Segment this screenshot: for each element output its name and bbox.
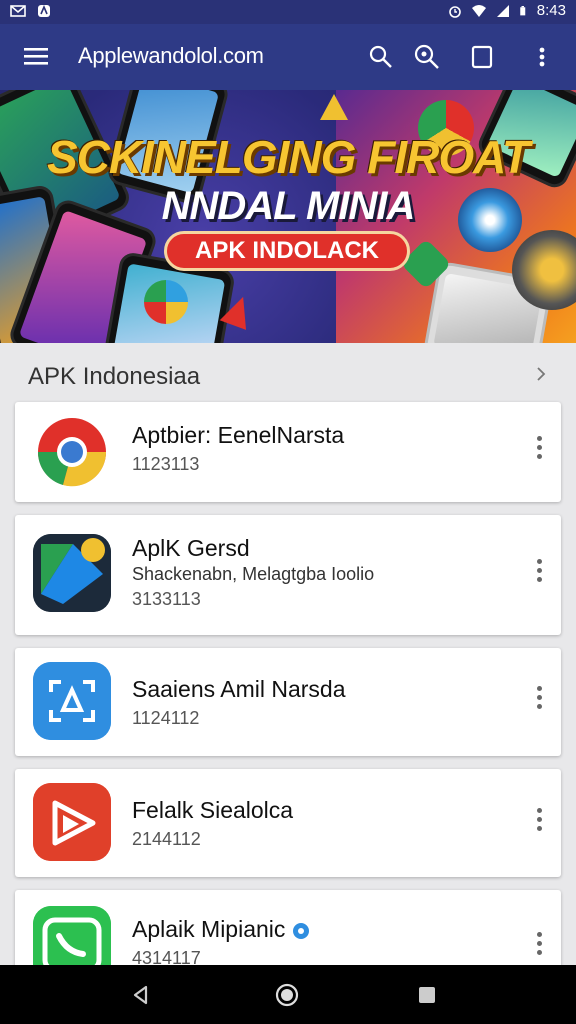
back-icon[interactable] [128,982,154,1008]
app-list-item[interactable]: Aptbier: EenelNarsta 1123113 [15,402,561,502]
app-name: Aplaik Mipianic [132,916,310,943]
app-name: Saaiens Amil Narsda [132,676,346,702]
app-list-item[interactable]: Saaiens Amil Narsda 1124112 [15,648,561,756]
home-icon[interactable] [274,982,300,1008]
app-name: Aptbier: EenelNarsta [132,422,345,448]
download-count: 2144112 [132,829,201,849]
banner-subheadline: NNDAL MINIA [161,184,416,228]
app-subtitle: Shackenabn, Melagtgba Ioolio [132,564,375,584]
chrome-app-icon [33,413,111,491]
download-count: 1123113 [132,454,200,474]
app-list-item[interactable]: Felalk Siealolca 2144112 [15,769,561,877]
search-icon[interactable] [366,42,396,72]
video-app-icon [33,783,111,861]
wifi-icon [471,4,486,17]
app-name: AplK Gersd [132,535,250,561]
lens-search-icon[interactable] [412,42,442,72]
status-time: 8:43 [536,2,566,19]
more-options-icon[interactable] [531,559,547,585]
banner-headline: SCKINELGING FIROAT [46,131,530,183]
app-bar: Applewandolol.com [0,24,576,90]
status-bar: 8:43 [0,0,576,24]
download-count: 1124112 [132,708,200,728]
notification-icon [38,4,50,17]
more-options-icon[interactable] [531,808,547,834]
play-logo-image [144,280,188,324]
overflow-menu-icon[interactable] [527,42,557,72]
app-title: Applewandolol.com [78,43,264,68]
recents-icon[interactable] [414,982,440,1008]
gmail-icon [10,5,26,17]
promo-banner[interactable]: SCKINELGING FIROAT NNDAL MINIA APK INDOL… [0,90,576,343]
more-options-icon[interactable] [531,436,547,462]
system-nav-bar [0,965,576,1024]
download-count: 3133113 [132,589,201,609]
maps-app-icon [33,534,111,612]
triangle-decoration [320,94,348,120]
more-options-icon[interactable] [531,932,547,958]
signal-icon [496,4,509,17]
alarm-icon [448,5,461,18]
app-list-item[interactable]: AplK Gersd Shackenabn, Melagtgba Ioolio … [15,515,561,635]
app-name: Felalk Siealolca [132,797,294,823]
banner-badge: APK INDOLACK [164,231,410,271]
verified-badge-icon [292,922,309,939]
scanner-app-icon [33,662,111,740]
section-title: APK Indonesiaa [28,363,201,390]
more-options-icon[interactable] [531,686,547,712]
chevron-right-icon[interactable] [532,365,550,383]
battery-icon [520,5,526,15]
section-header: APK Indonesiaa [0,343,576,401]
hamburger-menu-icon[interactable] [22,44,50,68]
tabs-icon[interactable] [467,42,497,72]
